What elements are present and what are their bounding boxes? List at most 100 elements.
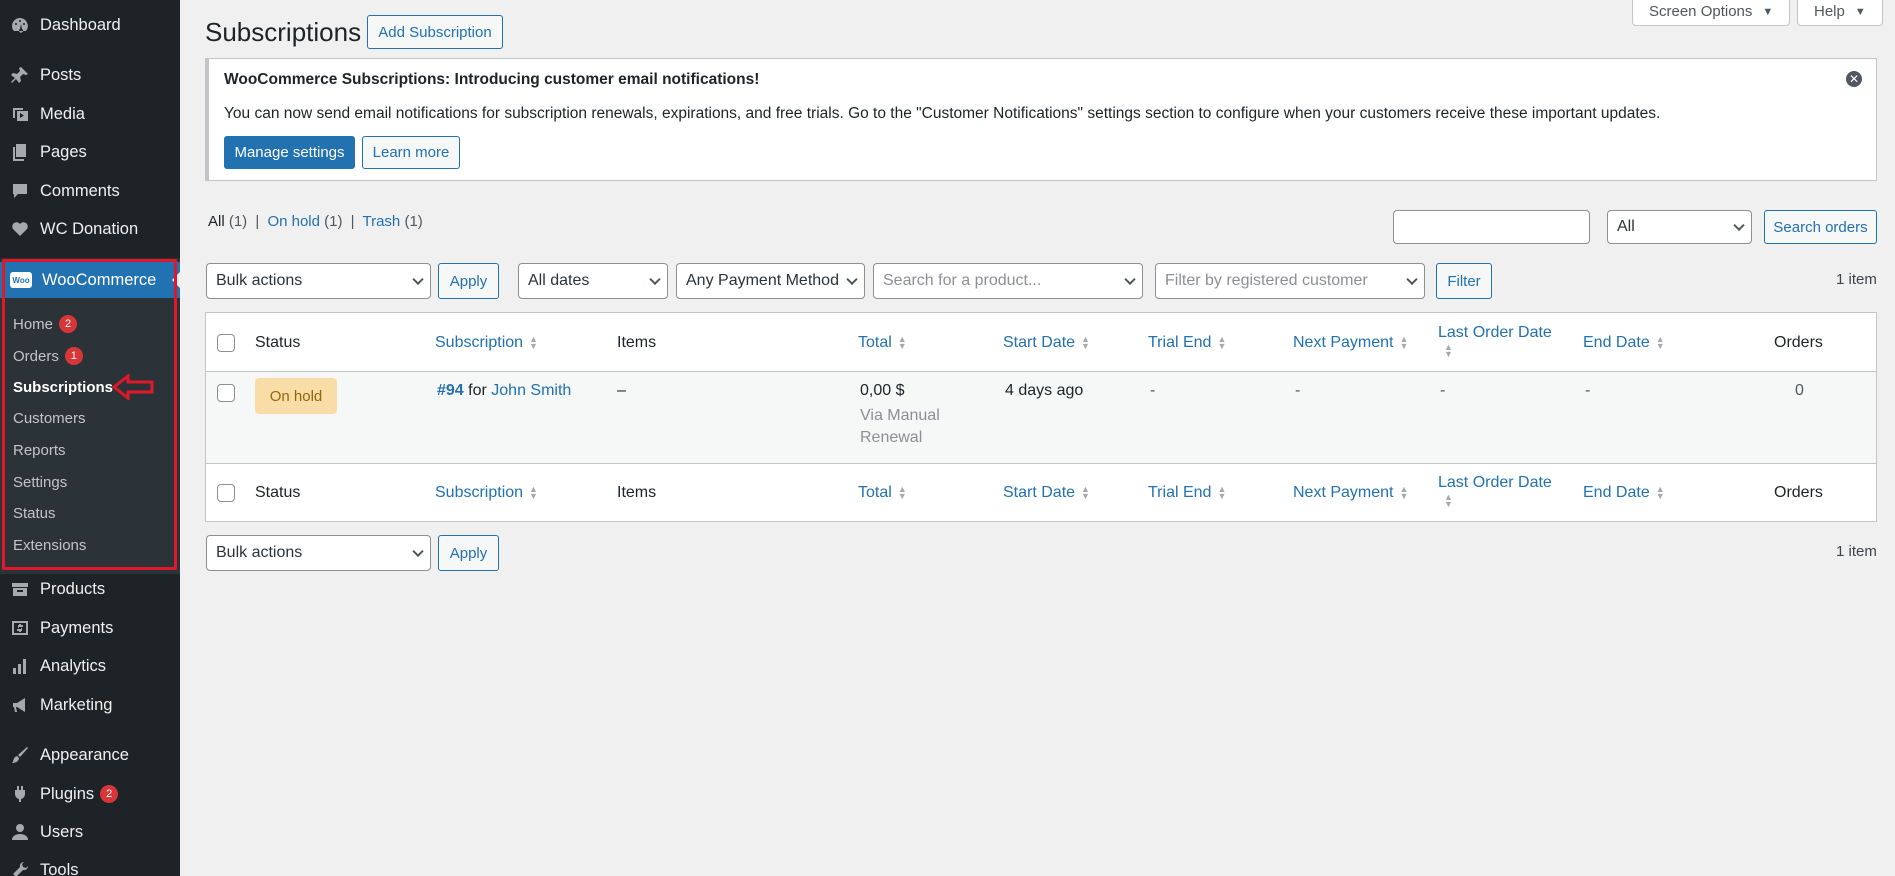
- menu-pages[interactable]: Pages: [0, 134, 180, 170]
- menu-posts[interactable]: Posts: [0, 57, 180, 93]
- search-orders-button[interactable]: Search orders: [1764, 210, 1877, 244]
- sort-icon: ▲ ▼: [1655, 333, 1665, 351]
- column-start-date[interactable]: Start Date ▲ ▼: [1003, 484, 1091, 502]
- column-label: End Date: [1583, 484, 1650, 501]
- column-label: Trial End: [1148, 334, 1212, 351]
- menu-appearance[interactable]: Appearance: [0, 737, 180, 773]
- select-all-checkbox[interactable]: [217, 334, 235, 352]
- menu-label: WooCommerce: [42, 270, 157, 289]
- product-search-select[interactable]: Search for a product...: [873, 263, 1143, 299]
- column-end-date[interactable]: End Date ▲ ▼: [1583, 334, 1666, 352]
- column-total[interactable]: Total ▲ ▼: [858, 484, 908, 502]
- learn-more-button[interactable]: Learn more: [362, 136, 460, 169]
- bulk-actions-select-bottom[interactable]: Bulk actions: [206, 535, 431, 571]
- customer-link[interactable]: John Smith: [491, 382, 571, 399]
- filter-button[interactable]: Filter: [1436, 263, 1492, 299]
- menu-woocommerce[interactable]: Woo WooCommerce: [0, 262, 180, 298]
- manage-settings-button[interactable]: Manage settings: [224, 136, 355, 169]
- column-next-payment[interactable]: Next Payment ▲ ▼: [1293, 484, 1409, 502]
- screen-options-button[interactable]: Screen Options ▼: [1632, 0, 1791, 26]
- menu-label: Comments: [40, 181, 120, 200]
- red-arrow-icon: [112, 374, 154, 400]
- apply-button-bottom[interactable]: Apply: [438, 535, 499, 571]
- dates-select[interactable]: All dates: [518, 263, 668, 299]
- column-end-date[interactable]: End Date ▲ ▼: [1583, 484, 1666, 502]
- notice-title: WooCommerce Subscriptions: Introducing c…: [224, 71, 760, 88]
- column-next-payment[interactable]: Next Payment ▲ ▼: [1293, 334, 1409, 352]
- caret-down-icon: ▼: [1762, 5, 1774, 18]
- select-all-checkbox[interactable]: [217, 484, 235, 502]
- column-subscription[interactable]: Subscription ▲ ▼: [435, 334, 539, 352]
- heart-icon: [8, 217, 32, 241]
- submenu-home[interactable]: Home 2: [13, 312, 78, 336]
- view-trash[interactable]: Trash: [362, 213, 400, 230]
- woocommerce-logo-icon: Woo: [10, 272, 32, 288]
- column-label: Start Date: [1003, 484, 1076, 501]
- subscriptions-table: Status Subscription ▲ ▼ Items Total ▲ ▼ Star…: [205, 312, 1877, 522]
- column-trial-end[interactable]: Trial End ▲ ▼: [1148, 484, 1227, 502]
- chevron-down-icon: [846, 273, 858, 286]
- payment-via-text: Renewal: [860, 429, 923, 446]
- add-subscription-button[interactable]: Add Subscription: [367, 15, 503, 49]
- sort-icon: ▲ ▼: [1217, 483, 1227, 501]
- submenu-status[interactable]: Status: [13, 501, 56, 525]
- menu-analytics[interactable]: Analytics: [0, 648, 180, 684]
- last-order-date-cell: -: [1440, 382, 1446, 399]
- menu-media[interactable]: Media: [0, 96, 180, 132]
- screen-options-label: Screen Options: [1649, 3, 1753, 20]
- menu-marketing[interactable]: Marketing: [0, 687, 180, 723]
- customer-filter-select[interactable]: Filter by registered customer: [1155, 263, 1425, 299]
- search-input[interactable]: [1393, 210, 1590, 244]
- column-label: Start Date: [1003, 334, 1076, 351]
- start-date-cell: 4 days ago: [1005, 382, 1084, 399]
- menu-users[interactable]: Users: [0, 814, 180, 850]
- apply-button[interactable]: Apply: [438, 263, 499, 299]
- menu-tools[interactable]: Tools: [0, 852, 180, 876]
- column-total[interactable]: Total ▲ ▼: [858, 334, 908, 352]
- menu-label: Users: [40, 822, 84, 841]
- sort-icon: ▲ ▼: [1399, 333, 1409, 351]
- subscription-link[interactable]: #94: [437, 382, 464, 399]
- row-checkbox[interactable]: [217, 384, 235, 402]
- payment-icon: [8, 616, 32, 640]
- view-all[interactable]: All: [208, 213, 225, 230]
- payment-method-select[interactable]: Any Payment Method: [676, 263, 865, 299]
- submenu-orders[interactable]: Orders 1: [13, 344, 83, 368]
- submenu-subscriptions[interactable]: Subscriptions: [13, 375, 113, 399]
- submenu-customers[interactable]: Customers: [13, 406, 86, 430]
- menu-comments[interactable]: Comments: [0, 173, 180, 209]
- column-last-order-date[interactable]: Last Order Date ▲ ▼: [1438, 324, 1558, 360]
- menu-label: Pages: [40, 142, 87, 161]
- orders-count-link[interactable]: 0: [1795, 382, 1804, 400]
- sort-icon: ▲ ▼: [1444, 491, 1453, 509]
- column-label: Total: [858, 484, 892, 501]
- close-icon[interactable]: ✕: [1846, 71, 1862, 87]
- sort-icon: ▲ ▼: [897, 483, 907, 501]
- bulk-actions-select[interactable]: Bulk actions: [206, 263, 431, 299]
- column-items: Items: [617, 334, 657, 351]
- menu-label: Media: [40, 104, 85, 123]
- column-status: Status: [255, 484, 301, 501]
- help-button[interactable]: Help ▼: [1797, 0, 1883, 26]
- menu-label: Dashboard: [40, 15, 121, 34]
- menu-products[interactable]: Products: [0, 571, 180, 607]
- column-subscription[interactable]: Subscription ▲ ▼: [435, 484, 539, 502]
- submenu-reports[interactable]: Reports: [13, 438, 66, 462]
- menu-plugins[interactable]: Plugins 2: [0, 776, 180, 812]
- menu-payments[interactable]: Payments: [0, 610, 180, 646]
- sort-icon: ▲ ▼: [1655, 483, 1665, 501]
- submenu-label: Extensions: [13, 536, 87, 554]
- menu-dashboard[interactable]: Dashboard: [0, 7, 180, 43]
- search-type-select[interactable]: All: [1607, 210, 1752, 244]
- menu-label: Products: [40, 579, 106, 598]
- column-trial-end[interactable]: Trial End ▲ ▼: [1148, 334, 1227, 352]
- chevron-down-icon: [1733, 219, 1745, 232]
- menu-label: Payments: [40, 618, 114, 637]
- view-on-hold[interactable]: On hold: [267, 213, 320, 230]
- column-last-order-date[interactable]: Last Order Date ▲ ▼: [1438, 474, 1558, 510]
- column-label: Trial End: [1148, 484, 1212, 501]
- submenu-settings[interactable]: Settings: [13, 470, 67, 494]
- menu-wc-donation[interactable]: WC Donation: [0, 211, 180, 247]
- submenu-extensions[interactable]: Extensions: [13, 533, 86, 557]
- column-start-date[interactable]: Start Date ▲ ▼: [1003, 334, 1091, 352]
